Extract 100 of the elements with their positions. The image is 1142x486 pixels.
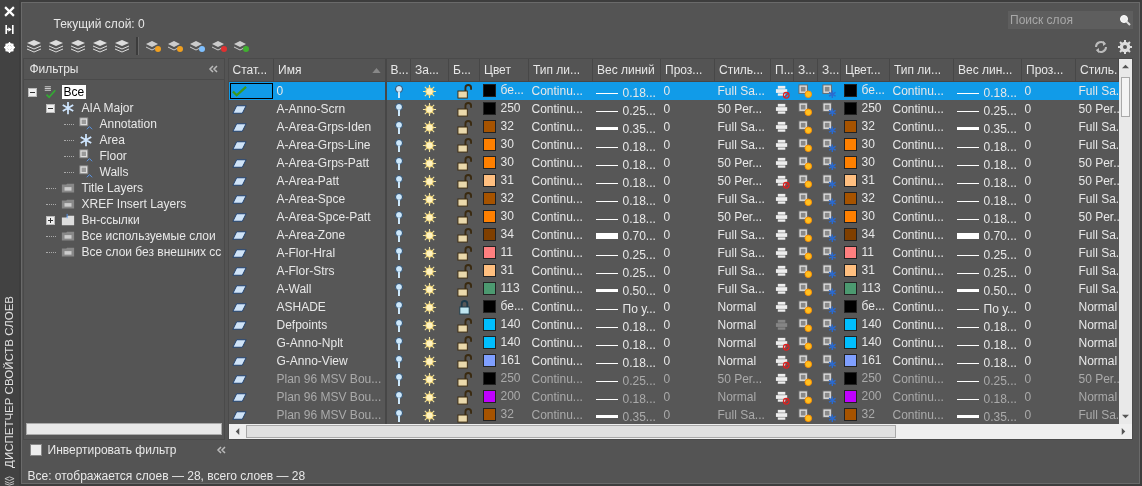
layer-row[interactable]: A-Area-Zone 34 Continu... 0.70... 0 Full Sa... 34 Continu... 0.70... 0 Full Sa.	[228, 226, 1119, 245]
sun-icon[interactable]	[422, 137, 437, 153]
close-icon[interactable]	[3, 6, 15, 17]
layer-state-icon[interactable]	[166, 38, 183, 54]
color-swatch[interactable]	[843, 353, 857, 367]
sun-icon[interactable]	[422, 209, 437, 225]
viewport-sun-icon[interactable]	[798, 245, 813, 261]
sun-icon[interactable]	[422, 119, 437, 135]
viewport-snowflake-icon[interactable]	[821, 263, 837, 279]
bulb-icon[interactable]	[394, 390, 403, 405]
bulb-icon[interactable]	[394, 246, 403, 261]
column-header[interactable]: П...	[770, 59, 794, 82]
viewport-snowflake-icon[interactable]	[821, 227, 837, 243]
viewport-snowflake-icon[interactable]	[821, 209, 837, 225]
filter-tree-item[interactable]: AIA Major	[79, 101, 136, 116]
color-swatch[interactable]	[843, 335, 857, 349]
printer-icon[interactable]	[774, 137, 790, 153]
viewport-sun-icon[interactable]	[798, 155, 813, 171]
unlocked-padlock-icon[interactable]	[456, 101, 472, 117]
layer-row[interactable]: Plan 96 MSV Bou... 250 Continu... 0.25... 0 50 Per... 250 Continu... 0.25... 0 50 Per..	[228, 370, 1119, 389]
viewport-sun-icon[interactable]	[798, 407, 813, 423]
bulb-icon[interactable]	[394, 336, 403, 351]
printer-icon[interactable]	[774, 101, 790, 117]
unlocked-padlock-icon[interactable]	[456, 371, 472, 387]
color-swatch[interactable]	[843, 371, 857, 385]
viewport-sun-icon[interactable]	[798, 83, 813, 99]
viewport-sun-icon[interactable]	[798, 101, 813, 117]
column-header[interactable]: Вес линий	[592, 59, 661, 82]
viewport-sun-icon[interactable]	[798, 227, 813, 243]
bulb-icon[interactable]	[394, 408, 403, 423]
unlocked-padlock-icon[interactable]	[456, 227, 472, 243]
viewport-sun-icon[interactable]	[798, 371, 813, 387]
column-header[interactable]: В...	[385, 59, 411, 82]
layer-row[interactable]: A-Area-Grps-Line 30 Continu... 0.18... 0 Full Sa... 30 Continu... 0.18... 0 Full Sa.	[228, 136, 1119, 155]
viewport-sun-icon[interactable]	[798, 281, 813, 297]
layer-tool-icon[interactable]	[69, 38, 86, 54]
viewport-snowflake-icon[interactable]	[821, 155, 837, 171]
viewport-snowflake-icon[interactable]	[821, 191, 837, 207]
viewport-snowflake-icon[interactable]	[821, 281, 837, 297]
viewport-sun-icon[interactable]	[798, 389, 813, 405]
printer-icon[interactable]	[774, 83, 790, 99]
color-swatch[interactable]	[482, 353, 496, 367]
column-header[interactable]: Стиль...	[714, 59, 771, 82]
viewport-snowflake-icon[interactable]	[821, 245, 837, 261]
search-field[interactable]: Поиск слоя	[1008, 11, 1133, 29]
color-swatch[interactable]	[482, 83, 496, 97]
color-swatch[interactable]	[843, 119, 857, 133]
color-swatch[interactable]	[843, 245, 857, 259]
layer-state-icon[interactable]	[144, 38, 161, 54]
color-swatch[interactable]	[482, 155, 496, 169]
printer-icon[interactable]	[774, 227, 790, 243]
printer-icon[interactable]	[774, 281, 790, 297]
pin-icon[interactable]	[3, 24, 15, 35]
unlocked-padlock-icon[interactable]	[456, 245, 472, 261]
search-icon[interactable]	[1119, 14, 1131, 26]
sun-icon[interactable]	[422, 83, 437, 99]
filter-tree-item[interactable]: Walls	[97, 165, 131, 180]
color-swatch[interactable]	[482, 227, 496, 241]
column-header[interactable]: Тип ли...	[889, 59, 954, 82]
viewport-snowflake-icon[interactable]	[821, 353, 837, 369]
layer-row[interactable]: A-Area-Spce 32 Continu... 0.18... 0 Full Sa... 32 Continu... 0.18... 0 Full Sa.	[228, 190, 1119, 209]
unlocked-padlock-icon[interactable]	[456, 137, 472, 153]
sun-icon[interactable]	[422, 407, 437, 423]
color-swatch[interactable]	[843, 173, 857, 187]
collapse-icon[interactable]	[207, 65, 218, 74]
viewport-snowflake-icon[interactable]	[821, 173, 837, 189]
color-swatch[interactable]	[482, 407, 496, 421]
layers-icon[interactable]	[3, 475, 15, 486]
layer-row[interactable]: A-Area-Spce-Patt 30 Continu... 0.18... 0 50 Per... 30 Continu... 0.18... 0 50 Per..	[228, 208, 1119, 227]
unlocked-padlock-icon[interactable]	[456, 317, 472, 333]
layer-tool-icon[interactable]	[113, 38, 130, 54]
filter-tree-item[interactable]: Area	[97, 133, 127, 148]
sun-icon[interactable]	[422, 317, 437, 333]
viewport-sun-icon[interactable]	[798, 317, 813, 333]
bulb-icon[interactable]	[394, 84, 403, 99]
bulb-icon[interactable]	[394, 300, 403, 315]
viewport-sun-icon[interactable]	[798, 191, 813, 207]
unlocked-padlock-icon[interactable]	[456, 209, 472, 225]
unlocked-padlock-icon[interactable]	[456, 119, 472, 135]
layer-state-icon[interactable]	[210, 38, 227, 54]
color-swatch[interactable]	[843, 137, 857, 151]
bulb-icon[interactable]	[394, 372, 403, 387]
expander-icon[interactable]	[27, 87, 37, 97]
layer-tool-icon[interactable]	[91, 38, 108, 54]
color-swatch[interactable]	[482, 335, 496, 349]
color-swatch[interactable]	[843, 263, 857, 277]
column-header[interactable]: З...	[817, 59, 841, 82]
layer-row[interactable]: A-Area-Patt 31 Continu... 0.18... 0 50 Per... 31 Continu... 0.18... 0 50 Per..	[228, 172, 1119, 191]
sun-icon[interactable]	[422, 335, 437, 351]
layer-state-icon[interactable]	[232, 38, 249, 54]
column-header[interactable]: З...	[793, 59, 818, 82]
bulb-icon[interactable]	[394, 120, 403, 135]
layer-tool-icon[interactable]	[47, 38, 64, 54]
printer-icon[interactable]	[774, 335, 790, 351]
layer-tool-icon[interactable]	[25, 38, 42, 54]
viewport-snowflake-icon[interactable]	[821, 407, 837, 423]
printer-icon[interactable]	[774, 119, 790, 135]
settings-icon[interactable]	[1117, 39, 1133, 55]
column-header[interactable]: Стиль.	[1075, 59, 1119, 82]
sun-icon[interactable]	[422, 263, 437, 279]
